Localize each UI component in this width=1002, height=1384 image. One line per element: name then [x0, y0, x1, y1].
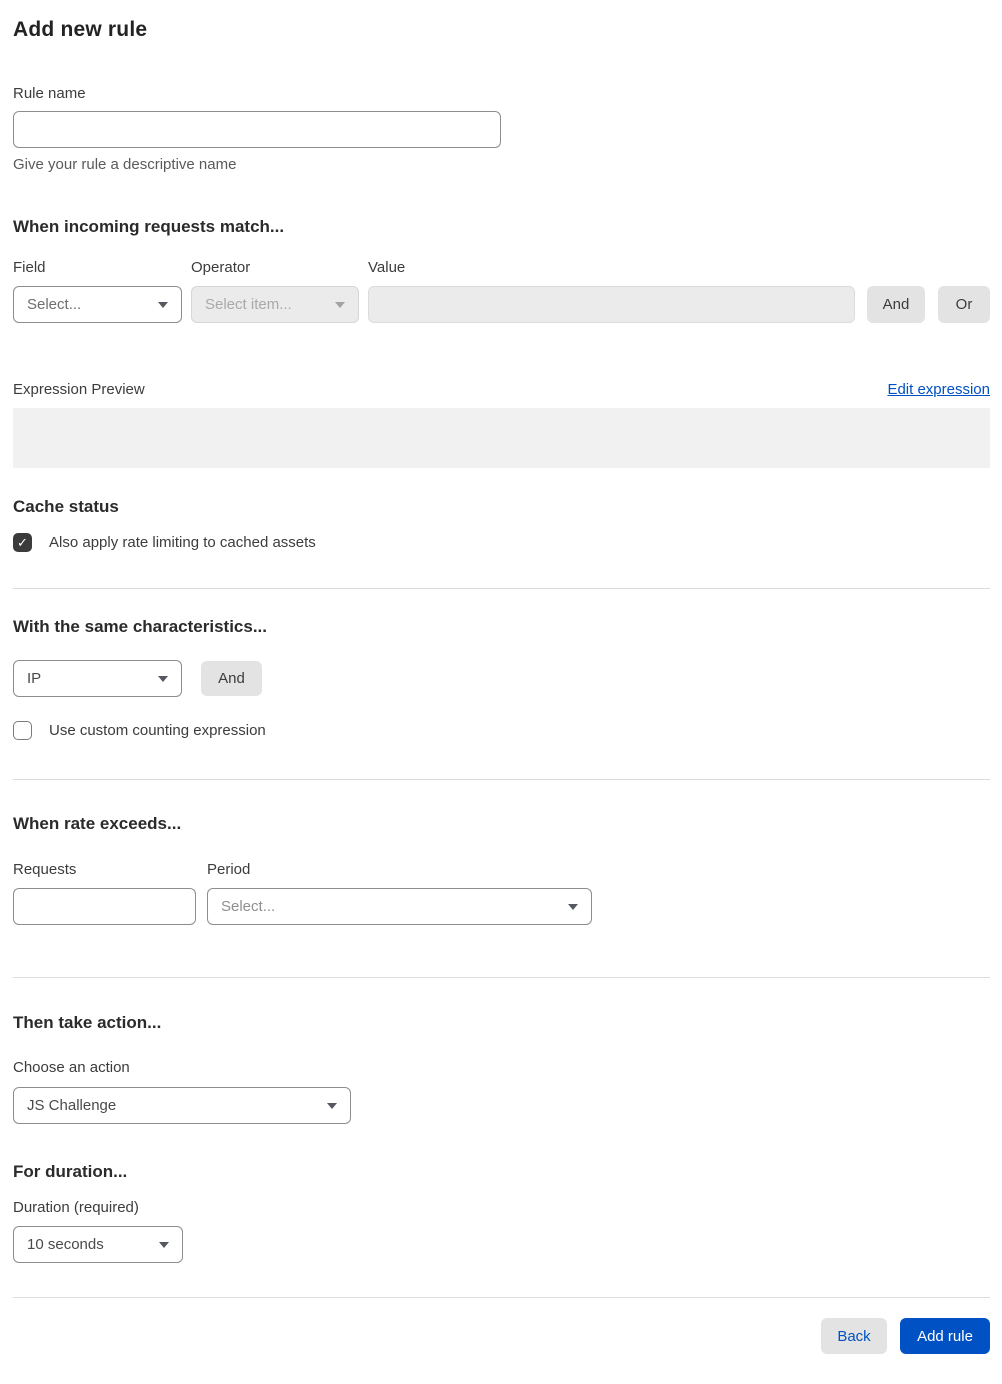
- characteristics-row: IP And: [13, 660, 990, 697]
- requests-label: Requests: [13, 861, 77, 878]
- check-icon: ✓: [17, 535, 28, 550]
- add-rule-button[interactable]: Add rule: [900, 1318, 990, 1354]
- and-button[interactable]: And: [867, 286, 925, 323]
- divider: [13, 977, 990, 978]
- page-title: Add new rule: [13, 18, 148, 41]
- characteristics-title: With the same characteristics...: [13, 617, 268, 636]
- rule-name-label: Rule name: [13, 85, 86, 102]
- counting-expression-checkbox-label: Use custom counting expression: [49, 722, 266, 739]
- rate-section-title: When rate exceeds...: [13, 814, 182, 833]
- field-select-value: Select...: [27, 296, 82, 313]
- value-input: [368, 286, 855, 323]
- counting-expression-checkbox-row: Use custom counting expression: [13, 721, 990, 740]
- period-select[interactable]: Select...: [207, 888, 592, 925]
- edit-expression-link[interactable]: Edit expression: [887, 381, 990, 398]
- expression-preview-label: Expression Preview: [13, 381, 145, 398]
- chevron-down-icon: [327, 1102, 337, 1109]
- divider: [13, 779, 990, 780]
- match-row: Field Select... Operator Select item... …: [13, 259, 990, 323]
- rule-name-input[interactable]: [13, 111, 501, 148]
- choose-action-label: Choose an action: [13, 1059, 130, 1076]
- cache-status-checkbox-row: ✓ Also apply rate limiting to cached ass…: [13, 533, 990, 552]
- field-label: Field: [13, 259, 46, 276]
- divider: [13, 588, 990, 589]
- period-select-value: Select...: [221, 898, 276, 915]
- cache-status-title: Cache status: [13, 497, 119, 516]
- characteristics-select[interactable]: IP: [13, 660, 182, 697]
- back-button[interactable]: Back: [821, 1318, 887, 1354]
- add-rule-form: Add new rule Rule name Give your rule a …: [0, 0, 1002, 1384]
- divider: [13, 1297, 990, 1298]
- or-button[interactable]: Or: [938, 286, 990, 323]
- operator-label: Operator: [191, 259, 251, 276]
- cached-assets-checkbox[interactable]: ✓: [13, 533, 32, 552]
- action-select-value: JS Challenge: [27, 1097, 117, 1114]
- action-section-title: Then take action...: [13, 1013, 162, 1032]
- value-label: Value: [368, 259, 406, 276]
- characteristics-and-button[interactable]: And: [201, 661, 262, 696]
- field-select[interactable]: Select...: [13, 286, 182, 323]
- characteristics-select-value: IP: [27, 670, 42, 687]
- rate-row: Requests Period Select...: [13, 861, 990, 925]
- duration-select-value: 10 seconds: [27, 1236, 104, 1253]
- requests-input[interactable]: [13, 888, 196, 925]
- chevron-down-icon: [335, 301, 345, 308]
- expression-header: Expression Preview Edit expression: [13, 381, 990, 398]
- footer-actions: Back Add rule: [13, 1318, 990, 1354]
- operator-select-value: Select item...: [205, 296, 292, 313]
- duration-section-title: For duration...: [13, 1162, 128, 1181]
- chevron-down-icon: [158, 675, 168, 682]
- chevron-down-icon: [159, 1241, 169, 1248]
- duration-label: Duration (required): [13, 1199, 139, 1216]
- chevron-down-icon: [568, 903, 578, 910]
- chevron-down-icon: [158, 301, 168, 308]
- operator-select: Select item...: [191, 286, 359, 323]
- rule-name-helper: Give your rule a descriptive name: [13, 156, 237, 173]
- match-section-title: When incoming requests match...: [13, 217, 285, 236]
- expression-preview-box: [13, 408, 990, 468]
- counting-expression-checkbox[interactable]: [13, 721, 32, 740]
- period-label: Period: [207, 861, 251, 878]
- duration-select[interactable]: 10 seconds: [13, 1226, 183, 1263]
- action-select[interactable]: JS Challenge: [13, 1087, 351, 1124]
- cached-assets-checkbox-label: Also apply rate limiting to cached asset…: [49, 534, 316, 551]
